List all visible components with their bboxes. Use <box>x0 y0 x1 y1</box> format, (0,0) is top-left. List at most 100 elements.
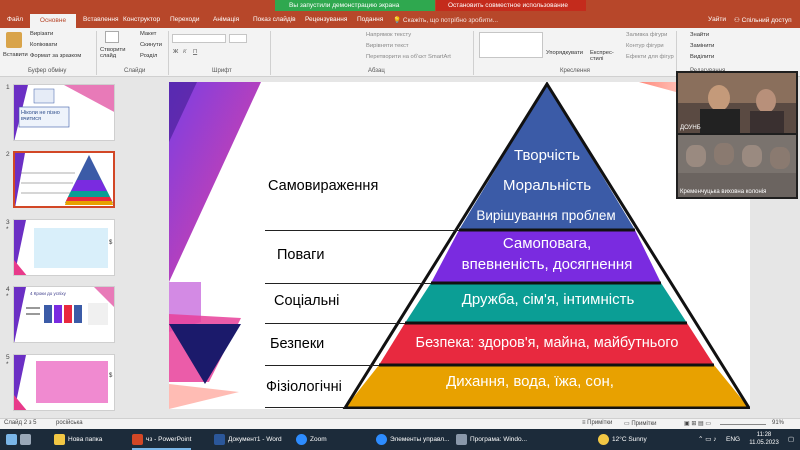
slide-thumbnail-5[interactable]: $ <box>13 354 115 411</box>
tray-icons[interactable]: ⌃ ▭ ♪ <box>698 429 716 450</box>
bold-button[interactable]: Ж <box>173 49 178 55</box>
level-physiological: Фізіологічні <box>266 379 342 395</box>
paste-button[interactable]: Вставити <box>3 52 28 58</box>
thumbnail-pyramid <box>15 153 113 206</box>
language-indicator[interactable]: російська <box>56 420 83 426</box>
lightbulb-icon: 💡 <box>393 17 402 24</box>
task-view-icons[interactable] <box>6 429 38 450</box>
zoom-video-panel[interactable]: ДОУНБ Кременчуцька виховна колонія <box>676 71 798 199</box>
slide-thumbnail-2[interactable] <box>13 151 115 208</box>
slide-thumbnail-1[interactable]: Ніколи не пізно вчитися <box>13 84 115 141</box>
divider <box>168 31 169 75</box>
level-divider <box>265 323 405 324</box>
cut-button[interactable]: Вирізати <box>30 31 53 37</box>
slide-counter: Слайд 2 з 5 <box>4 420 37 426</box>
menu-animations[interactable]: Анімація <box>213 16 239 23</box>
font-name-box[interactable] <box>172 34 226 43</box>
shape-fill-button[interactable]: Заливка фігури <box>626 32 667 38</box>
input-language[interactable]: ENG <box>726 429 740 450</box>
pyramid-safety-text: Безпека: здоров'я, майна, майбутнього <box>415 335 679 351</box>
taskbar-word[interactable]: Документ1 - Word <box>214 429 282 450</box>
align-text-button[interactable]: Вирівняти текст <box>366 43 409 49</box>
notes-button[interactable]: ≡ Примітки <box>582 420 612 426</box>
new-slide-button[interactable]: Створити слайд <box>100 47 128 60</box>
view-buttons[interactable]: ▣ ⊞ ▤ ▭ <box>684 420 711 427</box>
menu-slideshow[interactable]: Показ слайдів <box>253 16 296 23</box>
powerpoint-icon <box>132 433 143 445</box>
menu-transitions[interactable]: Переходи <box>170 16 199 23</box>
stop-sharing-button[interactable]: Остановить совместное использование <box>436 0 586 11</box>
arrange-button[interactable]: Упорядкувати <box>546 50 583 56</box>
word-icon <box>214 433 225 445</box>
shape-outline-button[interactable]: Контур фігури <box>626 43 664 49</box>
sun-icon <box>598 433 609 445</box>
comments-button[interactable]: ▭ Примітки <box>624 420 657 427</box>
font-size-box[interactable] <box>229 34 247 43</box>
slides-group-label: Слайди <box>124 68 146 74</box>
taskbar-zoom-controls[interactable]: Элементы управл... <box>376 429 450 450</box>
slide-number: 2 <box>6 151 10 158</box>
svg-text:$: $ <box>109 240 113 246</box>
taskbar-zoom[interactable]: Zoom <box>296 429 327 450</box>
share-button[interactable]: ⚇ Спільний доступ <box>734 16 792 24</box>
quick-styles-button[interactable]: Експрес-стилі <box>590 50 620 63</box>
zoom-icon <box>296 433 307 445</box>
tell-me-search[interactable]: 💡 Скажіть, що потрібно зробити... <box>393 16 498 24</box>
status-bar: Слайд 2 з 5 російська ≡ Примітки ▭ Примі… <box>0 418 800 429</box>
menu-view[interactable]: Подання <box>357 16 383 23</box>
divider <box>270 31 271 75</box>
zoom-slider[interactable] <box>720 424 766 425</box>
participant-name-2: Кременчуцька виховна колонія <box>680 189 767 195</box>
taskbar-program[interactable]: Програма: Windo... <box>456 429 527 450</box>
paste-icon <box>6 32 22 48</box>
section-button[interactable]: Розділ <box>140 53 157 59</box>
menu-file[interactable]: Файл <box>7 16 23 23</box>
notification-icon[interactable]: ▢ <box>788 429 794 450</box>
slide-thumbnail-pane: 1 Ніколи не пізно вчитися 2 3 * $ 4 * 4 … <box>0 78 127 418</box>
italic-button[interactable]: К <box>183 49 186 55</box>
slide-canvas[interactable]: Самовираження Поваги Соціальні Безпеки Ф… <box>169 82 750 409</box>
text-direction-button[interactable]: Напрямок тексту <box>366 32 411 38</box>
participant-video-1: ДОУНБ <box>678 73 796 133</box>
thumbnail-title: 4 Кроки до успіху <box>30 291 66 296</box>
reset-button[interactable]: Скинути <box>140 42 162 48</box>
slide-number: 5 * <box>6 354 10 368</box>
thumbnail-graphic: $ <box>14 220 113 275</box>
folder-icon <box>54 433 65 445</box>
copy-button[interactable]: Копіювати <box>30 42 57 48</box>
slide-thumbnail-3[interactable]: $ <box>13 219 115 276</box>
divider <box>96 31 97 75</box>
zoom-icon <box>376 433 387 445</box>
stop-sharing-label: Остановить совместное использование <box>448 2 568 9</box>
taskbar-powerpoint[interactable]: чз - PowerPoint <box>132 429 192 450</box>
replace-button[interactable]: Замінити <box>690 43 714 49</box>
menu-home[interactable]: Основне <box>30 14 76 28</box>
layout-button[interactable]: Макет <box>140 31 156 37</box>
divider <box>676 31 677 75</box>
pyramid-top-line1: Творчість <box>514 147 580 164</box>
level-divider <box>265 407 345 408</box>
taskbar-folder[interactable]: Нова папка <box>54 429 102 450</box>
slide-thumbnail-4[interactable]: 4 Кроки до успіху <box>13 286 115 343</box>
clock[interactable]: 11:28 11.05.2023 <box>744 431 784 447</box>
underline-button[interactable]: П <box>193 49 197 55</box>
new-slide-icon <box>105 31 119 43</box>
sign-in-link[interactable]: Уайти <box>708 16 726 23</box>
menu-design[interactable]: Конструктор <box>123 16 160 23</box>
slide-number: 1 <box>6 84 10 91</box>
find-button[interactable]: Знайти <box>690 32 709 38</box>
zoom-level[interactable]: 91% <box>772 420 784 426</box>
format-painter-button[interactable]: Формат за зразком <box>30 53 81 59</box>
pyramid-social-text: Дружба, сім'я, інтимність <box>461 291 635 308</box>
weather-widget[interactable]: 12°C Sunny <box>598 429 647 450</box>
menu-insert[interactable]: Вставлення <box>83 16 119 23</box>
shape-effects-button[interactable]: Ефекти для фігур <box>626 54 674 60</box>
menu-review[interactable]: Рецензування <box>305 16 347 23</box>
level-self-actualization: Самовираження <box>268 178 379 194</box>
select-button[interactable]: Виділити <box>690 54 714 60</box>
menu-bar: Файл Вставлення Конструктор Переходи Ані… <box>0 13 800 28</box>
search-icon <box>6 433 17 445</box>
shapes-gallery[interactable] <box>479 32 543 58</box>
drawing-group-label: Креслення <box>560 68 590 74</box>
convert-smartart-button[interactable]: Перетворити на об'єкт SmartArt <box>366 54 451 60</box>
